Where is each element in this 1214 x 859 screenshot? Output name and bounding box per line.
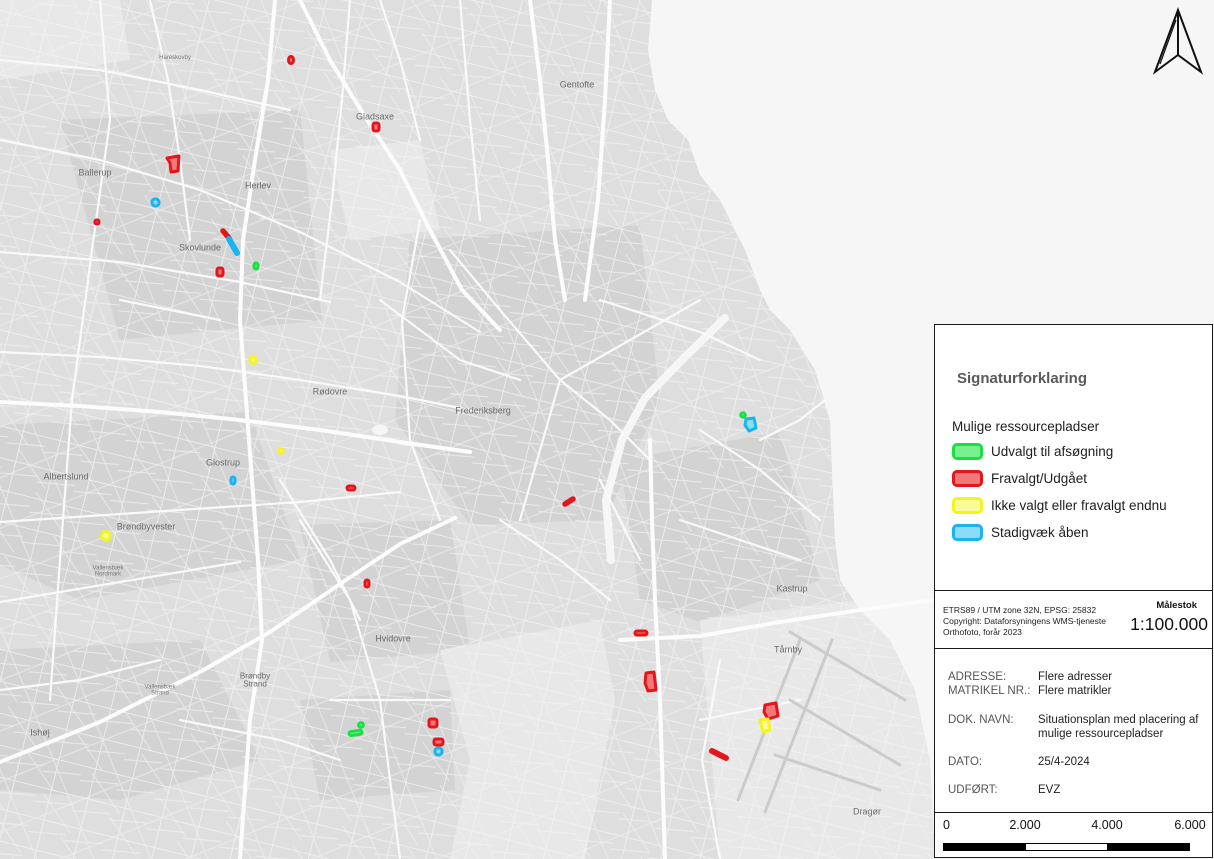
place-label: Vallensbæk Strand xyxy=(144,684,176,697)
place-label: Rødovre xyxy=(312,386,348,397)
info-key-author: UDFØRT: xyxy=(948,784,998,796)
site-marker-red xyxy=(93,218,101,226)
legend-item-rejected: Fravalgt/Udgået xyxy=(952,469,1087,487)
scale-bar-segment xyxy=(1107,844,1190,850)
site-marker-blue xyxy=(433,746,444,757)
legend-swatch-yellow xyxy=(952,496,983,514)
scale-bar-segment xyxy=(944,844,1026,850)
place-label: Glostrup xyxy=(205,457,241,468)
place-label: Dragør xyxy=(852,806,882,817)
legend-item-selected: Udvalgt til afsøgning xyxy=(952,442,1113,460)
place-label: Brøndby Strand xyxy=(239,671,271,689)
legend-label: Stadigvæk åben xyxy=(991,524,1089,540)
place-label: Skovlunde xyxy=(178,242,222,253)
site-marker-blue xyxy=(743,416,758,433)
scale-bar-label: 4.000 xyxy=(1091,818,1123,832)
site-marker-yellow xyxy=(277,447,285,455)
place-label: Gentofte xyxy=(559,79,595,90)
site-marker-red xyxy=(427,717,439,729)
site-marker-red xyxy=(371,121,381,133)
place-label: Herlev xyxy=(244,180,272,191)
info-value-cadastre: Flere matrikler xyxy=(1038,685,1112,697)
site-marker-green xyxy=(357,721,365,729)
legend-swatch-green xyxy=(952,442,983,460)
info-value-date: 25/4-2024 xyxy=(1038,756,1090,768)
legend-subtitle: Mulige ressourcepladser xyxy=(952,419,1100,434)
info-key-date: DATO: xyxy=(948,756,983,768)
section-divider xyxy=(935,590,1212,591)
site-marker-red xyxy=(432,737,445,747)
section-divider xyxy=(935,648,1212,649)
info-key-cadastre: MATRIKEL NR.: xyxy=(948,685,1031,697)
place-label: Kastrup xyxy=(776,583,808,594)
legend-label: Ikke valgt eller fravalgt endnu xyxy=(991,497,1167,513)
site-marker-blue xyxy=(229,475,237,486)
info-value-address: Flere adresser xyxy=(1038,671,1113,683)
legend-label: Fravalgt/Udgået xyxy=(991,470,1088,486)
info-value-author: EVZ xyxy=(1038,784,1061,796)
site-marker-green xyxy=(252,261,260,271)
legend-item-pending: Ikke valgt eller fravalgt endnu xyxy=(952,496,1167,514)
place-label: Frederiksberg xyxy=(455,405,511,416)
site-marker-red xyxy=(363,578,371,589)
legend-swatch-red xyxy=(952,469,983,487)
lake xyxy=(372,425,388,435)
basemap-text: Orthofoto, forår 2023 xyxy=(943,627,1022,637)
site-marker-green xyxy=(347,728,364,738)
place-label: Tårnby xyxy=(773,644,803,655)
crs-text: ETRS89 / UTM zone 32N, EPSG: 25832 xyxy=(943,605,1097,615)
place-label: Ballerup xyxy=(78,167,112,178)
place-label: Hvidovre xyxy=(375,633,411,644)
section-divider xyxy=(935,812,1212,813)
site-marker-yellow xyxy=(248,355,258,365)
legend-title: Signaturforklaring xyxy=(957,370,1088,387)
scale-value: 1:100.000 xyxy=(1130,614,1208,634)
site-marker-red xyxy=(633,629,649,637)
site-marker-red xyxy=(762,701,780,721)
scale-bar-segment xyxy=(1025,844,1108,850)
legend-label: Udvalgt til afsøgning xyxy=(991,443,1114,459)
place-label: Ishøj xyxy=(30,727,50,738)
scale-bar-label: 0 xyxy=(943,818,950,832)
place-label: Albertslund xyxy=(43,471,89,482)
scale-bar-label: 2.000 xyxy=(1009,818,1041,832)
legend-item-open: Stadigvæk åben xyxy=(952,523,1089,541)
info-value-document-name: Situationsplan med placering af mulige r… xyxy=(1038,714,1199,740)
scale-label: Målestok xyxy=(1156,600,1197,611)
site-marker-green xyxy=(739,411,747,419)
place-label: Gladsaxe xyxy=(355,111,395,122)
place-label: Brøndbyvester xyxy=(116,521,176,532)
info-key-address: ADRESSE: xyxy=(948,671,1007,683)
site-marker-yellow xyxy=(758,717,772,734)
site-marker-red xyxy=(215,266,225,278)
site-marker-blue xyxy=(150,197,161,208)
site-marker-red xyxy=(643,670,658,693)
info-key-document-name: DOK. NAVN: xyxy=(948,714,1014,726)
copyright-text: Copyright: Dataforsyningens WMS-tjeneste xyxy=(943,616,1106,626)
site-marker-red xyxy=(287,55,295,65)
map-sheet: Gentofte Gladsaxe Hareskovby Herlev Ball… xyxy=(0,0,1214,859)
site-marker-red xyxy=(345,484,357,492)
place-label: Hareskovby xyxy=(159,54,191,61)
place-label: Vallensbæk Nordmark xyxy=(92,565,124,578)
scale-bar-label: 6.000 xyxy=(1174,818,1206,832)
legend-swatch-blue xyxy=(952,523,983,541)
scale-bar xyxy=(943,843,1190,851)
legend-panel: Signaturforklaring Mulige ressourceplads… xyxy=(934,324,1213,858)
